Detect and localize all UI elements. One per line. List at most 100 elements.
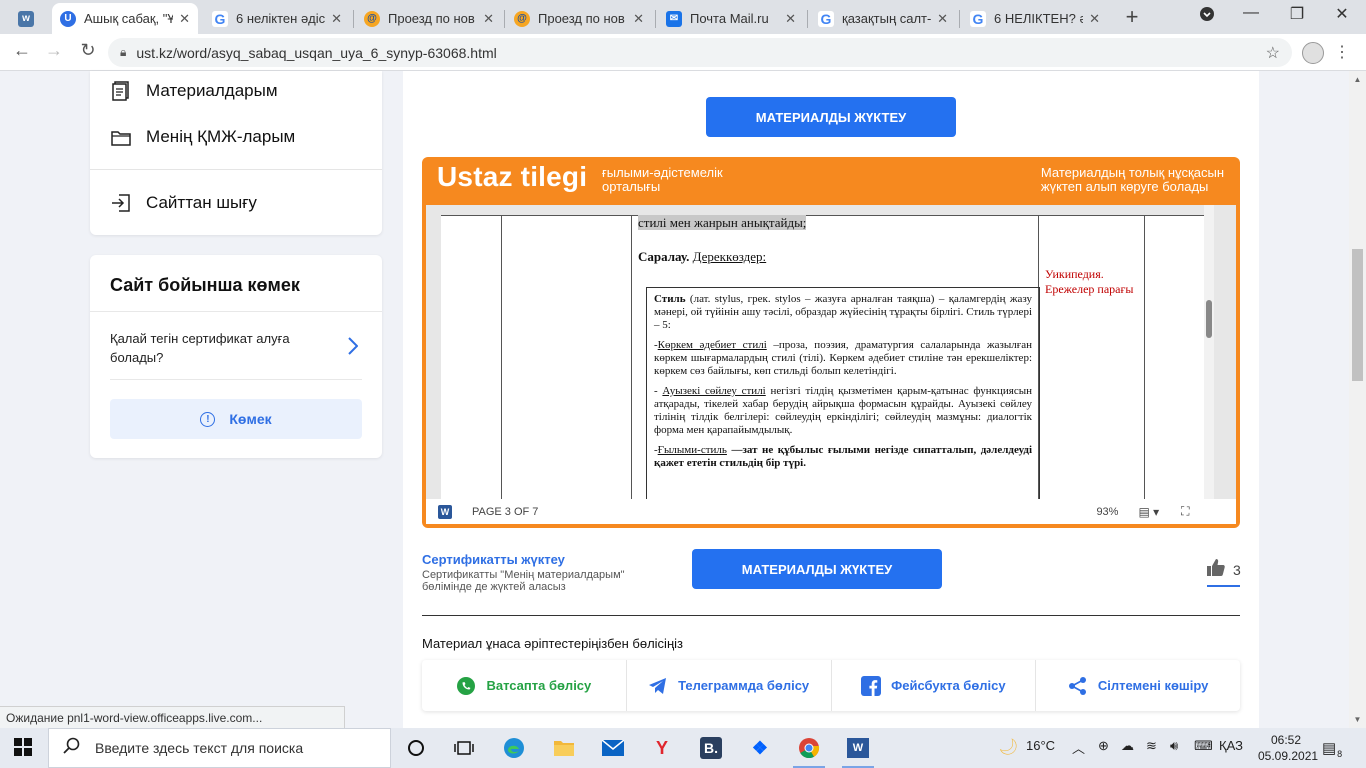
close-tab-icon[interactable]: ✕ <box>785 11 796 27</box>
edge-icon[interactable] <box>502 736 526 760</box>
paragraph-text: (лат. stylus, грек. stylos – жазуға арна… <box>654 293 1032 331</box>
weather-moon-icon[interactable]: 🌙︎ <box>998 737 1018 757</box>
note-line: жүктеп алып көруге болады <box>1040 179 1209 194</box>
profile-avatar[interactable] <box>1302 42 1324 64</box>
mail-app-icon[interactable] <box>601 736 625 760</box>
doc-line-top: стилі мен жанрын анықтайды; <box>638 215 807 231</box>
vk-app-icon[interactable]: B. <box>699 736 723 760</box>
tab-mail-1[interactable]: @ Проезд по нов ✕ <box>356 3 502 34</box>
taskbar-search-box[interactable]: Введите здесь текст для поиска <box>48 728 391 768</box>
tab-title: 6 неліктен әдіс <box>236 11 326 26</box>
language-icon[interactable]: ⌨ <box>1194 738 1213 754</box>
doc-paragraph: -Ғылыми-стиль —зат не құбылыс ғылыми нег… <box>654 444 1032 469</box>
doc-style-box: Стиль (лат. stylus, грек. stylos – жазуғ… <box>646 287 1040 499</box>
term-underlined: Ауызекі сөйлеу стилі <box>662 385 766 397</box>
view-mode-icon[interactable]: ▤ ▾ <box>1138 505 1159 519</box>
bookmark-star-icon[interactable]: ☆ <box>1266 43 1280 63</box>
tab-search-button[interactable] <box>1192 6 1222 27</box>
tab-mail-2[interactable]: @ Проезд по нов ✕ <box>506 3 652 34</box>
share-whatsapp-button[interactable]: Ватсапта бөлісу <box>422 660 627 711</box>
close-tab-icon[interactable]: ✕ <box>483 11 494 27</box>
close-tab-icon[interactable]: ✕ <box>179 11 190 27</box>
google-icon: G <box>818 10 834 27</box>
notification-center-icon[interactable]: ▤ 8 <box>1322 739 1343 759</box>
menu-item-kmzh[interactable]: Менің ҚМЖ-ларым <box>110 127 295 147</box>
network-drive-icon[interactable]: ⊕ <box>1098 738 1109 754</box>
task-view-icon[interactable] <box>452 736 476 760</box>
tab-google-2[interactable]: G қазақтың салт-д ✕ <box>810 3 956 34</box>
google-icon: G <box>970 10 986 27</box>
chevron-right-icon[interactable] <box>348 337 359 360</box>
language-indicator[interactable]: ҚАЗ <box>1219 738 1243 753</box>
tab-google-3[interactable]: G 6 НЕЛІКТЕН? әд ✕ <box>962 3 1108 34</box>
speaker-icon[interactable]: 🔊︎ <box>1170 738 1178 754</box>
close-window-button[interactable]: ✕ <box>1327 4 1357 24</box>
restore-button[interactable]: ❐ <box>1282 4 1312 24</box>
close-tab-icon[interactable]: ✕ <box>331 11 342 27</box>
saralau-bold: Саралау. <box>638 249 690 264</box>
word-document-area[interactable]: стилі мен жанрын анықтайды; Саралау. Дер… <box>426 205 1236 499</box>
clock-time: 06:52 <box>1270 733 1302 747</box>
back-button[interactable]: ← <box>10 40 34 61</box>
tab-active-ustaz[interactable]: U Ашық сабақ, "Ұ ✕ <box>52 3 198 34</box>
address-bar[interactable]: 🔒︎ ust.kz/word/asyq_sabaq_usqan_uya_6_sy… <box>108 38 1292 67</box>
share-copy-link-button[interactable]: Сілтемені көшіру <box>1036 660 1240 711</box>
certificate-download-link[interactable]: Сертификатты жүктеу <box>422 552 565 567</box>
fullscreen-icon[interactable]: ⛶ <box>1181 504 1189 519</box>
document-viewer: Ustaz tilegi ғылыми-әдістемелік орталығы… <box>422 157 1240 528</box>
chrome-icon[interactable] <box>793 736 825 768</box>
yandex-browser-icon[interactable]: Y <box>650 736 674 760</box>
wiki-line: Ережелер парағы <box>1045 282 1134 296</box>
download-material-button-bottom[interactable]: МАТЕРИАЛДЫ ЖҮКТЕУ <box>692 549 942 589</box>
help-button[interactable]: ! Көмек <box>110 399 362 439</box>
tab-google-1[interactable]: G 6 неліктен әдіс ✕ <box>204 3 350 34</box>
help-title: Сайт бойынша көмек <box>110 275 300 295</box>
menu-kebab-icon[interactable]: ⋮ <box>1334 42 1350 62</box>
share-label: Телеграммда бөлісу <box>678 678 810 693</box>
word-app-icon[interactable]: W <box>842 736 874 768</box>
whatsapp-icon <box>456 676 476 696</box>
menu-item-materials[interactable]: Материалдарым <box>110 81 278 101</box>
file-explorer-icon[interactable] <box>552 736 576 760</box>
cloud-icon[interactable]: ☁ <box>1121 738 1134 754</box>
close-tab-icon[interactable]: ✕ <box>1089 11 1100 27</box>
tab-vk[interactable]: w <box>10 3 46 34</box>
tab-mailru[interactable]: ✉ Почта Mail.ru ✕ <box>658 3 804 34</box>
menu-item-logout[interactable]: Сайттан шығу <box>110 193 257 213</box>
page-scrollbar[interactable]: ▲ ▼ <box>1349 71 1366 728</box>
dropbox-icon[interactable]: ❖ <box>748 736 772 760</box>
like-count: 3 <box>1233 562 1241 578</box>
minimize-button[interactable]: — <box>1236 4 1266 22</box>
close-tab-icon[interactable]: ✕ <box>633 11 644 27</box>
scroll-thumb[interactable] <box>1352 249 1363 381</box>
help-question-link[interactable]: Қалай тегін сертификат алуға болады? <box>110 329 330 367</box>
like-button[interactable]: 3 <box>1207 559 1241 587</box>
weather-temperature[interactable]: 16°C <box>1026 738 1055 753</box>
share-facebook-button[interactable]: Фейсбукта бөлісу <box>832 660 1037 711</box>
taskbar-clock[interactable]: 06:52 05.09.2021 <box>1258 732 1318 764</box>
wifi-icon[interactable]: ≋ <box>1146 738 1157 754</box>
table-border-top <box>441 215 1204 216</box>
windows-start-button[interactable] <box>14 738 32 761</box>
share-title: Материал ұнаса әріптестеріңізбен бөлісің… <box>422 636 683 651</box>
share-telegram-button[interactable]: Телеграммда бөлісу <box>627 660 832 711</box>
zoom-level[interactable]: 93% <box>1096 506 1118 518</box>
tab-separator <box>353 10 354 28</box>
mail-envelope-icon: ✉ <box>666 10 682 27</box>
lock-icon: 🔒︎ <box>120 45 127 59</box>
doc-scrollbar[interactable] <box>1204 205 1214 499</box>
doc-wiki-cell: Уикипедия. Ережелер парағы <box>1045 267 1134 297</box>
cortana-icon[interactable] <box>404 736 428 760</box>
download-material-button-top[interactable]: МАТЕРИАЛДЫ ЖҮКТЕУ <box>706 97 956 137</box>
scroll-up-arrow[interactable]: ▲ <box>1349 75 1366 84</box>
scroll-down-arrow[interactable]: ▼ <box>1349 715 1366 724</box>
new-tab-button[interactable]: + <box>1120 4 1144 30</box>
info-circle-icon: ! <box>200 411 216 427</box>
close-tab-icon[interactable]: ✕ <box>937 11 948 27</box>
forward-button[interactable]: → <box>42 40 66 61</box>
table-column-line <box>501 215 502 499</box>
reload-button[interactable]: ↻ <box>76 40 100 61</box>
show-hidden-icons-chevron[interactable]: ︿ <box>1072 738 1085 757</box>
loading-status-text: Ожидание pnl1-word-view.officeapps.live.… <box>0 706 345 728</box>
doc-scroll-thumb[interactable] <box>1206 300 1212 338</box>
